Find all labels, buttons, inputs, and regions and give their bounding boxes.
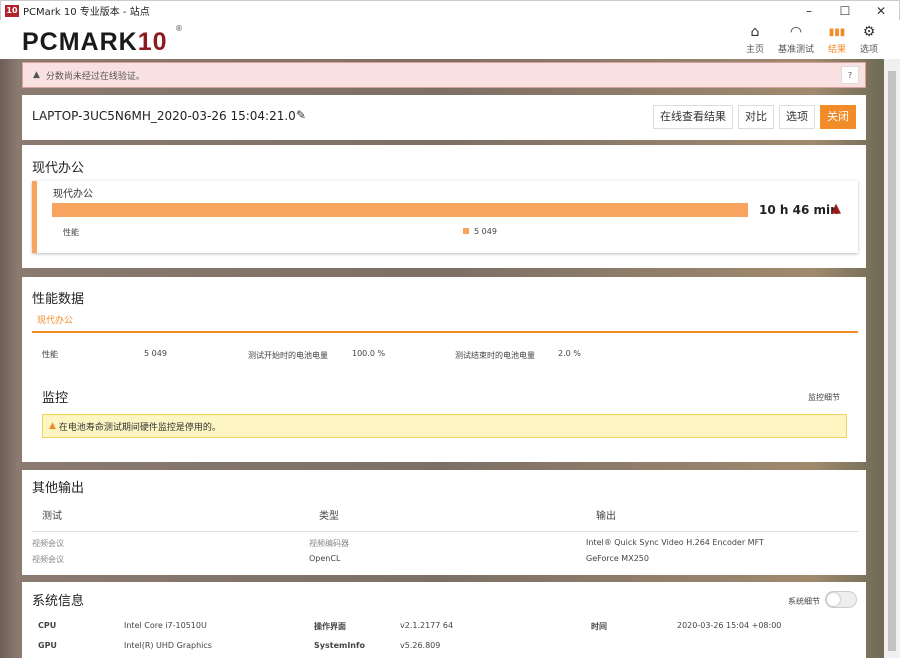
nav-results[interactable]: ▮▮▮ 结果: [828, 24, 846, 55]
main-nav: ⌂ 主页 ◠ 基准测试 ▮▮▮ 结果 ⚙ 选项: [746, 24, 878, 55]
section-heading: 现代办公: [32, 161, 85, 176]
perf-label: 性能: [42, 350, 58, 359]
perf-data-panel: 性能数据 现代办公 性能 5 049 测试开始时的电池电量 100.0 % 测试…: [22, 277, 866, 462]
help-button[interactable]: ?: [841, 66, 859, 84]
modern-office-panel: 现代办公 现代办公 10 h 46 min ▲ 性能 5 049: [22, 145, 866, 268]
battery-start-label: 测试开始时的电池电量: [248, 351, 328, 360]
info-key: CPU: [38, 621, 57, 630]
battery-start-value: 100.0 %: [352, 349, 386, 358]
info-value: Intel Core i7-10510U: [124, 621, 207, 630]
result-title: LAPTOP-3UC5N6MH_2020-03-26 15:04:21.0: [32, 109, 296, 123]
app-icon: 10: [5, 4, 19, 17]
nav-label: 主页: [745, 45, 764, 55]
options-button[interactable]: 选项: [779, 105, 815, 129]
result-title-panel: LAPTOP-3UC5N6MH_2020-03-26 15:04:21.0 ✎ …: [22, 95, 866, 140]
info-key: GPU: [38, 641, 57, 650]
system-detail-toggle[interactable]: [825, 591, 857, 608]
perf-value: 5 049: [474, 227, 497, 236]
alert-text: 分数尚未经过在线验证。: [45, 71, 145, 82]
column-header: 输出: [596, 511, 616, 522]
other-output-panel: 其他输出 测试 类型 输出 视频会议 视频编码器 Intel® Quick Sy…: [22, 470, 866, 575]
cell: 视频会议: [32, 555, 64, 564]
info-value: Intel(R) UHD Graphics: [124, 641, 212, 650]
system-detail-label: 系统细节: [788, 597, 820, 606]
info-key: 时间: [591, 622, 607, 631]
info-value: v2.1.2177 64: [400, 621, 454, 630]
logo-number: 10: [137, 28, 168, 56]
battery-duration: 10 h 46 min: [759, 203, 839, 217]
perf-label: 性能: [63, 228, 79, 237]
monitor-heading: 监控: [42, 391, 69, 406]
nav-benchmarks[interactable]: ◠ 基准测试: [778, 24, 814, 55]
scrollbar[interactable]: [884, 59, 900, 658]
bar-chart-icon: ▮▮▮: [828, 27, 846, 38]
battery-end-value: 2.0 %: [558, 349, 581, 358]
gear-icon: ⚙: [862, 24, 876, 40]
edit-icon[interactable]: ✎: [296, 108, 306, 122]
cell: OpenCL: [309, 554, 341, 563]
app-header: PCMARK10 ® ⌂ 主页 ◠ 基准测试 ▮▮▮ 结果 ⚙ 选项: [0, 20, 900, 59]
info-key: 操作界面: [314, 622, 346, 631]
view-online-button[interactable]: 在线查看结果: [653, 105, 733, 129]
validation-alert: ▲ 分数尚未经过在线验证。 ?: [22, 62, 866, 88]
nav-label: 结果: [827, 45, 846, 55]
info-value: 2020-03-26 15:04 +08:00: [677, 621, 782, 630]
close-button[interactable]: 关闭: [820, 105, 856, 129]
cell: 视频会议: [32, 539, 64, 548]
pcmark-logo: PCMARK10 ®: [22, 24, 182, 57]
nav-home[interactable]: ⌂ 主页: [746, 24, 764, 55]
system-info-panel: 系统信息 系统细节 CPU Intel Core i7-10510U 操作界面 …: [22, 582, 866, 658]
divider: [32, 531, 858, 532]
home-icon: ⌂: [750, 24, 760, 40]
card-title: 现代办公: [53, 189, 93, 200]
warning-icon: ▲: [33, 70, 40, 80]
cell: Intel® Quick Sync Video H.264 Encoder MF…: [586, 538, 764, 547]
legend-swatch: [463, 228, 469, 234]
column-header: 类型: [319, 511, 339, 522]
column-header: 测试: [42, 511, 62, 522]
compare-button[interactable]: 对比: [738, 105, 774, 129]
window-title: PCMark 10 专业版本 - 站点: [23, 7, 150, 18]
section-heading: 系统信息: [32, 594, 85, 609]
alert-icon: ▲: [831, 201, 841, 216]
info-value: v5.26.809: [400, 641, 441, 650]
tab-underline: [32, 331, 858, 333]
minimize-button[interactable]: –: [791, 1, 827, 21]
monitor-warning: ▲ 在电池寿命测试期间硬件监控是停用的。: [42, 414, 847, 438]
cell: GeForce MX250: [586, 554, 649, 563]
nav-label: 基准测试: [777, 45, 814, 55]
logo-text: PCMARK: [22, 28, 138, 56]
score-card: 现代办公 10 h 46 min ▲ 性能 5 049: [32, 181, 858, 253]
cell: 视频编码器: [309, 539, 349, 548]
section-heading: 其他输出: [32, 481, 85, 496]
maximize-button[interactable]: ☐: [827, 1, 863, 21]
nav-options[interactable]: ⚙ 选项: [860, 24, 878, 55]
nav-label: 选项: [859, 45, 878, 55]
logo-reg: ®: [176, 24, 183, 33]
score-bar: [52, 203, 748, 217]
warning-icon: ▲: [49, 421, 56, 431]
info-key: SystemInfo: [314, 641, 365, 650]
close-window-button[interactable]: ✕: [863, 1, 899, 21]
section-heading: 性能数据: [32, 292, 85, 307]
tab-modern-office[interactable]: 现代办公: [37, 313, 73, 326]
scrollbar-thumb[interactable]: [888, 71, 896, 651]
warning-text: 在电池寿命测试期间硬件监控是停用的。: [58, 422, 221, 433]
perf-value: 5 049: [144, 349, 167, 358]
title-bar: 10 PCMark 10 专业版本 - 站点 – ☐ ✕: [0, 0, 900, 20]
gauge-icon: ◠: [789, 24, 803, 40]
monitor-detail-link[interactable]: 监控细节: [808, 392, 840, 403]
battery-end-label: 测试结束时的电池电量: [455, 351, 535, 360]
